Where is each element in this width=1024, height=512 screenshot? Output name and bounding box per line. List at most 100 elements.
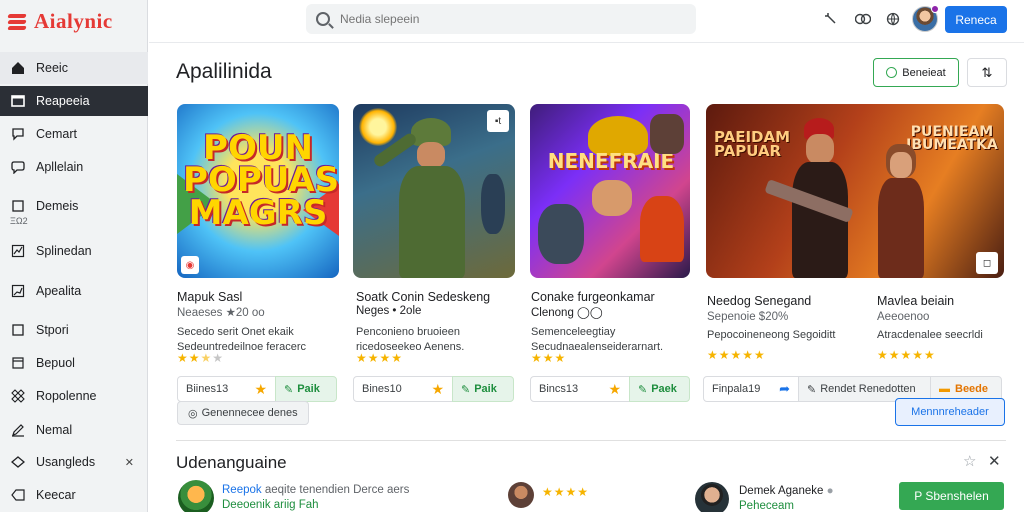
card-2-badge-icon[interactable]: ▪t <box>487 110 509 132</box>
filter-button[interactable]: Beneieat <box>873 58 959 87</box>
sidebar-item-label: Nemal <box>36 423 73 437</box>
star-icon: ★ <box>608 380 621 397</box>
section-divider <box>176 440 1006 441</box>
card-4-title-right[interactable]: Mavlea beiain <box>877 294 954 308</box>
soldier-face <box>417 142 445 168</box>
row-3-name-text: Demek Aganeke <box>739 485 824 497</box>
sidebar-item-label: Ropolenne <box>36 389 97 403</box>
app-window: Aialynic Reeic Reapeeia Cemart Apllelain… <box>0 0 1024 512</box>
card-4-image[interactable]: PAEIDAM PAPUAR PUENIEAM IBUMEATKA ◻ <box>706 104 1004 278</box>
notification-dot <box>931 5 939 13</box>
card-3-rating: ★★★ <box>531 351 567 365</box>
sidebar-item-label: Bepuol <box>36 356 75 370</box>
play-label: Paik <box>474 383 497 395</box>
open-label: Beede <box>955 383 989 395</box>
user-avatar[interactable] <box>912 5 939 32</box>
row-3-name[interactable]: Demek Aganeke ● <box>739 485 834 497</box>
folder-icon: ▬ <box>939 383 950 395</box>
sidebar-item-splinedan[interactable]: Splinedan <box>0 235 148 267</box>
card-3-install-button[interactable]: Bincs13 ★ <box>530 376 630 402</box>
sort-icon: ⇅ <box>981 64 993 80</box>
card-3-desc-line: Semenceleegtiay <box>531 326 616 338</box>
tag-chip[interactable]: ◎ Genennecee denes <box>177 401 309 425</box>
subscribe-button[interactable]: P Sbenshelen <box>899 482 1004 510</box>
chat-bubble-icon <box>10 159 26 175</box>
card-1-rating: ★★★★ <box>177 351 225 365</box>
app-logo[interactable]: Aialynic <box>7 8 113 34</box>
card-4-desc-line: Pepocoineneong Segoiditt <box>707 329 836 341</box>
card-3-image[interactable]: NENEFRAIE <box>530 104 690 278</box>
card-2-install-button[interactable]: Bines10 ★ <box>353 376 453 402</box>
sort-button[interactable]: ⇅ <box>967 58 1007 87</box>
logo-text: Aialynic <box>34 8 113 33</box>
card-2-image[interactable]: ▪t <box>353 104 515 278</box>
card-3-play-button[interactable]: ✎ Paek <box>629 376 690 402</box>
shield-icon <box>10 454 26 470</box>
sidebar-item-label: Stpori <box>36 323 69 337</box>
sidebar-item-bepuol[interactable]: Bepuol <box>0 347 148 379</box>
card-1-play-button[interactable]: ✎ Paik <box>275 376 337 402</box>
row-1-text[interactable]: Reepok aeqite tenendien Derce aers <box>222 484 409 496</box>
card-4-desc: Pepocoineneong Segoiditt <box>707 328 835 343</box>
install-label: Bines10 <box>362 383 402 395</box>
right-character <box>640 196 684 262</box>
sidebar-item-nemal[interactable]: Nemal <box>0 414 148 446</box>
sidebar-item-home[interactable]: Reeic <box>0 52 148 84</box>
character-face <box>592 180 632 216</box>
gamepad-icon[interactable] <box>854 10 872 28</box>
star-outline-icon[interactable]: ☆ <box>963 452 976 470</box>
row-1-name: Reepok <box>222 484 262 496</box>
card-4-title[interactable]: Needog Senegand <box>707 294 811 308</box>
card-2-play-button[interactable]: ✎ Paik <box>452 376 514 402</box>
sidebar-item-stpori[interactable]: Stpori <box>0 314 148 346</box>
card-1-install-button[interactable]: Biines13 ★ <box>177 376 276 402</box>
sidebar-item-label: Apealita <box>36 284 82 298</box>
card-1-title[interactable]: Mapuk Sasl <box>177 290 242 304</box>
background-figure <box>481 174 505 234</box>
card-2-desc-line: Penconieno bruoieen <box>356 326 460 338</box>
close-icon[interactable]: ✕ <box>988 452 1001 470</box>
verified-icon: ● <box>826 485 834 497</box>
card-4-subtitle-right: Aeeoenoo <box>877 311 930 323</box>
wand-icon[interactable] <box>822 10 840 28</box>
play-icon: ✎ <box>638 383 648 396</box>
header-divider <box>149 42 1024 43</box>
card-1-image[interactable]: POUN POPUAS MAGRS ◉ <box>177 104 339 278</box>
hero-face <box>806 134 834 164</box>
install-label: Bincs13 <box>539 383 579 395</box>
card-4-badge-icon[interactable]: ◻ <box>976 252 998 274</box>
sidebar-small-label: ΞΩ2 <box>10 216 28 226</box>
globe-icon[interactable] <box>884 10 902 28</box>
sidebar-item-label: Apllelain <box>36 160 84 174</box>
card-3-title[interactable]: Conake furgeonkamar <box>531 290 655 304</box>
search-bar[interactable] <box>306 4 696 34</box>
card-2-rating: ★★★★ <box>356 351 404 365</box>
home-icon <box>10 60 26 76</box>
sidebar-item-usangleds[interactable]: Usangleds ✕ <box>0 446 148 478</box>
sidebar-item-reapeeia[interactable]: Reapeeia <box>0 86 148 116</box>
sidebar-item-cemart[interactable]: Cemart <box>0 118 148 150</box>
card-1-art-text: POUN POPUAS MAGRS <box>183 128 339 233</box>
card-3-art-text: NENEFRAIE <box>547 149 675 173</box>
row-2-avatar[interactable] <box>508 482 534 508</box>
row-3-avatar[interactable] <box>695 482 729 512</box>
star-icon: ★ <box>431 380 444 397</box>
sidebar-item-ropolenne[interactable]: Ropolenne <box>0 380 148 412</box>
card-4-install-button[interactable]: Finpala19 ➦ <box>703 376 799 402</box>
row-1-avatar[interactable] <box>178 480 214 512</box>
sidebar-item-apllelain[interactable]: Apllelain <box>0 151 148 183</box>
check-circle-icon <box>886 67 898 78</box>
card-4-subtitle: Sepenoie $20% <box>707 311 789 323</box>
card-2-title[interactable]: Soatk Conin Sedeskeng <box>356 290 490 304</box>
sidebar-item-label: Cemart <box>36 127 77 141</box>
section-title: Udenanguaine <box>176 453 287 472</box>
close-icon[interactable]: ✕ <box>125 456 134 469</box>
search-input[interactable] <box>340 12 680 26</box>
row-1-extra: aeqite tenendien Derce aers <box>264 484 410 496</box>
row-2-rating: ★★★★ <box>542 485 590 499</box>
sidebar-item-keecar[interactable]: Keecar <box>0 479 148 511</box>
primary-header-button[interactable]: Reneca <box>945 6 1007 33</box>
more-button[interactable]: Mennnreheader <box>895 398 1005 426</box>
card-1-desc-line: Secedo serit Onet ekaik <box>177 326 294 338</box>
sidebar-item-apealita[interactable]: Apealita <box>0 275 148 307</box>
